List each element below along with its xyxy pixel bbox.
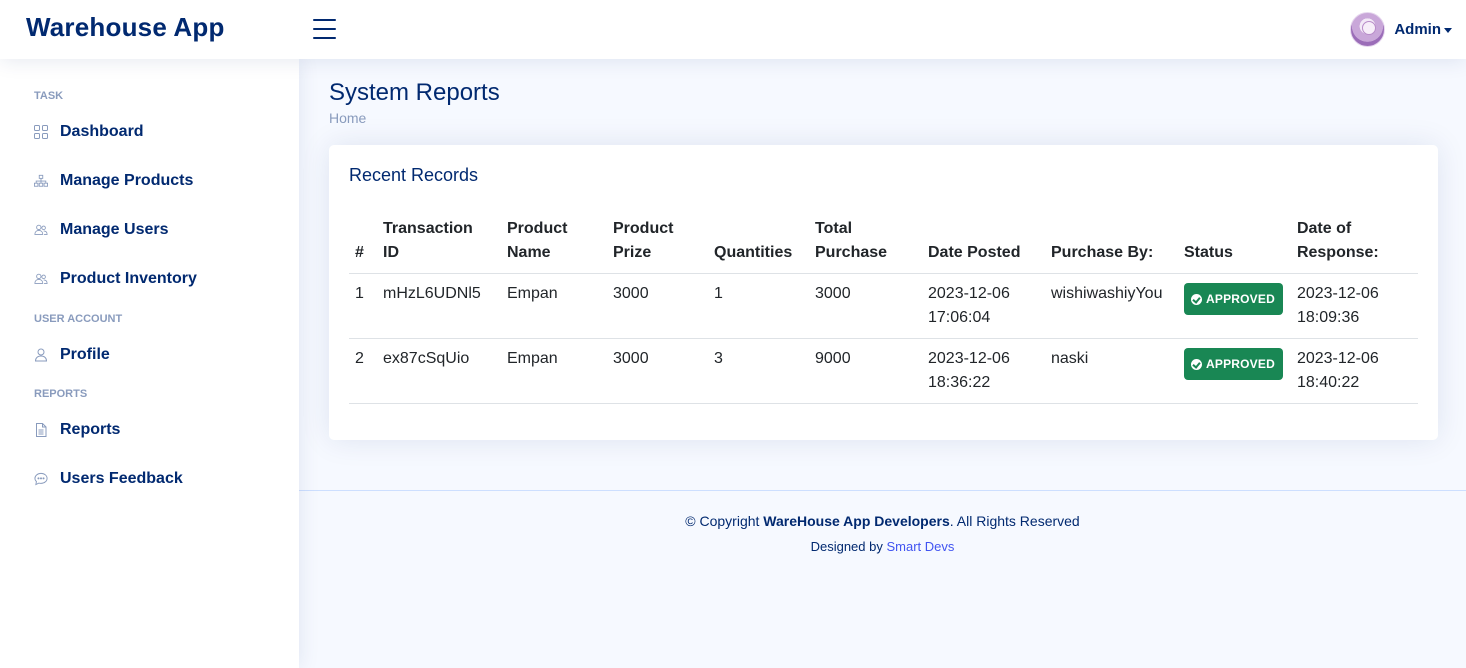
table-header-row: # Transaction ID Product Name Product Pr… bbox=[349, 217, 1418, 274]
sidebar-item-manage-products[interactable]: Manage Products bbox=[34, 166, 284, 196]
cell-quantities: 3 bbox=[708, 338, 809, 404]
cell-status: APPROVED bbox=[1178, 338, 1291, 404]
sidebar-item-manage-users[interactable]: Manage Users bbox=[34, 215, 284, 245]
cell-transaction-id: ex87cSqUio bbox=[377, 338, 501, 404]
cell-product-name: Empan bbox=[501, 338, 607, 404]
check-circle-icon bbox=[1191, 358, 1202, 370]
cell-number: 2 bbox=[349, 338, 377, 404]
main-content: System Reports Home Recent Records # Tra… bbox=[299, 59, 1466, 668]
grid-icon bbox=[34, 125, 48, 139]
app-logo[interactable]: Warehouse App bbox=[26, 12, 225, 43]
copyright-suffix: . All Rights Reserved bbox=[949, 513, 1080, 529]
sidebar-item-label: Dashboard bbox=[60, 123, 144, 140]
sidebar-heading-reports: REPORTS bbox=[34, 388, 88, 400]
col-header-quantities: Quantities bbox=[708, 217, 809, 274]
col-header-product-prize: Product Prize bbox=[607, 217, 708, 274]
sidebar-item-users-feedback[interactable]: Users Feedback bbox=[34, 464, 284, 494]
cell-status: APPROVED bbox=[1178, 273, 1291, 339]
sidebar-heading-task: TASK bbox=[34, 90, 64, 102]
cell-date-of-response: 2023-12-06 18:40:22 bbox=[1290, 338, 1418, 404]
copyright-prefix: © Copyright bbox=[685, 513, 760, 529]
records-table: # Transaction ID Product Name Product Pr… bbox=[349, 217, 1418, 404]
cell-product-name: Empan bbox=[501, 273, 607, 339]
status-badge: APPROVED bbox=[1184, 348, 1283, 380]
sidebar-item-profile[interactable]: Profile bbox=[34, 340, 284, 370]
cell-number: 1 bbox=[349, 273, 377, 339]
cell-total-purchase: 3000 bbox=[809, 273, 922, 339]
cell-purchase-by: naski bbox=[1045, 338, 1178, 404]
cell-date-posted: 2023-12-06 18:36:22 bbox=[922, 338, 1045, 404]
sidebar: TASK Dashboard Manage Products Manage Us… bbox=[0, 59, 299, 668]
credits-text: Designed by Smart Devs bbox=[299, 539, 1466, 554]
cell-date-posted: 2023-12-06 17:06:04 bbox=[922, 273, 1045, 339]
cell-quantities: 1 bbox=[708, 273, 809, 339]
document-icon bbox=[34, 423, 48, 437]
designed-by-prefix: Designed by bbox=[810, 539, 883, 554]
sidebar-item-label: Profile bbox=[60, 346, 110, 363]
status-badge: APPROVED bbox=[1184, 283, 1283, 315]
user-name[interactable]: Admin bbox=[1394, 21, 1441, 38]
col-header-total-purchase: Total Purchase bbox=[809, 217, 922, 274]
col-header-transaction-id: Transaction ID bbox=[377, 217, 501, 274]
copyright-text: © Copyright WareHouse App Developers. Al… bbox=[299, 513, 1466, 529]
caret-down-icon[interactable] bbox=[1444, 27, 1452, 33]
col-header-date-posted: Date Posted bbox=[922, 217, 1045, 274]
col-header-status: Status bbox=[1178, 217, 1291, 274]
cell-date-of-response: 2023-12-06 18:09:36 bbox=[1290, 273, 1418, 339]
person-icon bbox=[34, 348, 48, 362]
cell-product-prize: 3000 bbox=[607, 338, 708, 404]
copyright-brand: WareHouse App Developers bbox=[763, 513, 950, 529]
col-header-number: # bbox=[349, 217, 377, 274]
hamburger-menu-icon[interactable] bbox=[313, 18, 336, 40]
sidebar-item-label: Product Inventory bbox=[60, 270, 197, 287]
recent-records-card: Recent Records # Transaction ID Product … bbox=[329, 145, 1438, 440]
footer: © Copyright WareHouse App Developers. Al… bbox=[299, 490, 1466, 668]
people-icon bbox=[34, 223, 48, 237]
col-header-purchase-by: Purchase By: bbox=[1045, 217, 1178, 274]
designed-by-link[interactable]: Smart Devs bbox=[887, 539, 955, 554]
sidebar-item-reports[interactable]: Reports bbox=[34, 415, 284, 445]
sidebar-item-label: Manage Users bbox=[60, 221, 169, 238]
sidebar-item-product-inventory[interactable]: Product Inventory bbox=[34, 264, 284, 294]
breadcrumb-home[interactable]: Home bbox=[329, 110, 366, 126]
top-header: Warehouse App Admin bbox=[0, 0, 1466, 59]
table-row: 2 ex87cSqUio Empan 3000 3 9000 2023-12-0… bbox=[349, 338, 1418, 404]
chat-icon bbox=[34, 472, 48, 486]
status-badge-label: APPROVED bbox=[1206, 357, 1275, 371]
diagram-icon bbox=[34, 174, 48, 188]
avatar[interactable] bbox=[1350, 12, 1386, 47]
status-badge-label: APPROVED bbox=[1206, 292, 1275, 306]
cell-total-purchase: 9000 bbox=[809, 338, 922, 404]
sidebar-heading-user-account: USER ACCOUNT bbox=[34, 313, 123, 325]
sidebar-item-label: Reports bbox=[60, 421, 121, 438]
cell-purchase-by: wishiwashiyYou bbox=[1045, 273, 1178, 339]
check-circle-icon bbox=[1191, 293, 1202, 305]
sidebar-item-dashboard[interactable]: Dashboard bbox=[34, 117, 284, 147]
cell-product-prize: 3000 bbox=[607, 273, 708, 339]
col-header-date-of-response: Date of Response: bbox=[1290, 217, 1418, 274]
user-profile-dropdown[interactable]: Admin bbox=[1350, 12, 1452, 47]
card-title: Recent Records bbox=[349, 165, 479, 185]
sidebar-item-label: Users Feedback bbox=[60, 470, 183, 487]
sidebar-item-label: Manage Products bbox=[60, 172, 194, 189]
page-title: System Reports bbox=[329, 79, 500, 106]
table-row: 1 mHzL6UDNl5 Empan 3000 1 3000 2023-12-0… bbox=[349, 273, 1418, 339]
col-header-product-name: Product Name bbox=[501, 217, 607, 274]
cell-transaction-id: mHzL6UDNl5 bbox=[377, 273, 501, 339]
people-icon bbox=[34, 272, 48, 286]
